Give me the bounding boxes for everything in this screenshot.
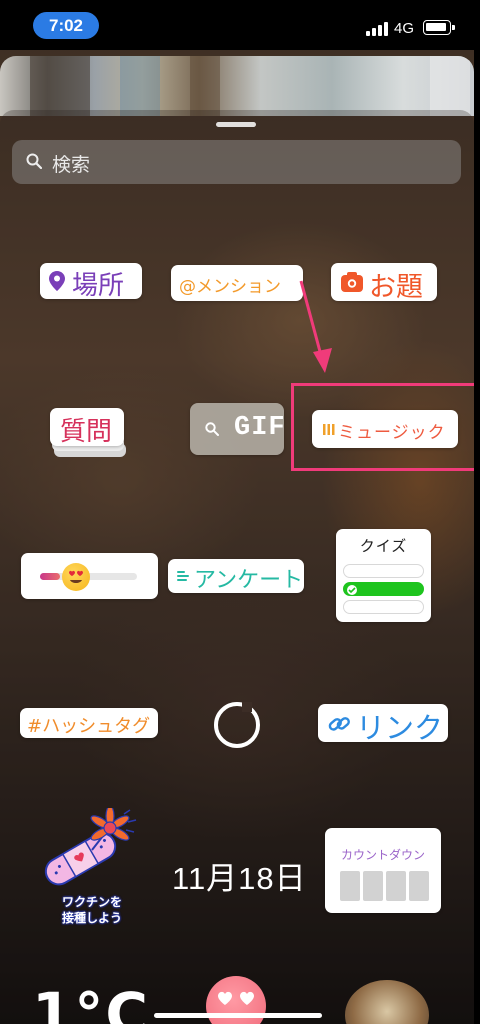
cellular-signal-icon — [366, 22, 390, 36]
prompt-label: お題 — [369, 272, 423, 303]
camera-icon — [341, 272, 363, 292]
hashtag-sticker[interactable]: #ハッシュタグ — [20, 708, 158, 738]
date-sticker[interactable]: 11月18日 — [172, 853, 307, 898]
link-sticker[interactable]: リンク — [318, 704, 448, 745]
location-label: 場所 — [72, 271, 125, 301]
mention-sticker[interactable]: @メンション — [171, 265, 303, 301]
mention-label: @メンション — [179, 277, 281, 297]
drag-handle[interactable] — [216, 122, 256, 127]
countdown-sticker[interactable]: カウントダウン — [325, 828, 441, 913]
bandage-flower-icon — [44, 808, 137, 886]
temperature-sticker[interactable]: 1°C — [32, 980, 150, 1024]
quiz-option-correct — [343, 582, 424, 596]
link-icon — [328, 717, 350, 731]
status-time: 7:02 — [33, 12, 99, 39]
search-bar[interactable]: 検索 — [12, 140, 461, 184]
link-label: リンク — [356, 711, 444, 745]
quiz-option — [343, 564, 424, 578]
poll-sticker[interactable]: アンケート — [168, 559, 304, 593]
countdown-cell — [363, 871, 383, 901]
heart-eyes-emoji-icon — [62, 563, 90, 591]
quiz-option — [343, 600, 424, 614]
poll-lines-icon — [177, 571, 189, 583]
music-label: ミュージック — [338, 423, 446, 443]
vaccine-sticker[interactable]: ワクチンを 接種しよう — [40, 808, 150, 933]
battery-icon — [423, 20, 455, 35]
screen-edge — [474, 50, 480, 1024]
countdown-cell — [386, 871, 406, 901]
poll-label: アンケート — [194, 568, 304, 593]
gif-sticker[interactable]: GIF — [190, 403, 286, 455]
hashtag-label: #ハッシュタグ — [27, 716, 151, 737]
quiz-sticker[interactable]: クイズ — [336, 529, 431, 622]
search-icon — [26, 153, 42, 169]
countdown-cell — [409, 871, 429, 901]
vaccine-caption-line1: ワクチンを — [61, 895, 122, 909]
music-sticker[interactable]: ミュージック — [312, 410, 458, 448]
slider-fill — [40, 573, 60, 580]
loading-spinner-icon — [214, 702, 260, 748]
status-bar: 7:02 4G — [0, 0, 480, 50]
network-type: 4G — [394, 20, 415, 37]
question-label: 質問 — [60, 417, 113, 447]
countdown-cell — [340, 871, 360, 901]
gif-label: GIF — [234, 413, 286, 443]
location-sticker[interactable]: 場所 — [40, 263, 142, 301]
check-icon — [347, 585, 357, 595]
countdown-label: カウントダウン — [340, 848, 425, 862]
prompt-sticker[interactable]: お題 — [331, 263, 437, 303]
search-input[interactable]: 検索 — [52, 150, 90, 177]
search-icon — [205, 422, 219, 436]
story-photo-preview — [0, 56, 474, 116]
location-pin-icon — [49, 271, 65, 291]
home-indicator — [154, 1013, 322, 1018]
music-bars-icon — [323, 424, 335, 435]
emoji-slider-sticker[interactable] — [21, 553, 158, 599]
vaccine-caption: ワクチンを 接種しよう — [40, 894, 144, 926]
vaccine-caption-line2: 接種しよう — [61, 911, 122, 925]
quiz-title: クイズ — [359, 537, 408, 555]
question-sticker[interactable]: 質問 — [50, 408, 124, 447]
